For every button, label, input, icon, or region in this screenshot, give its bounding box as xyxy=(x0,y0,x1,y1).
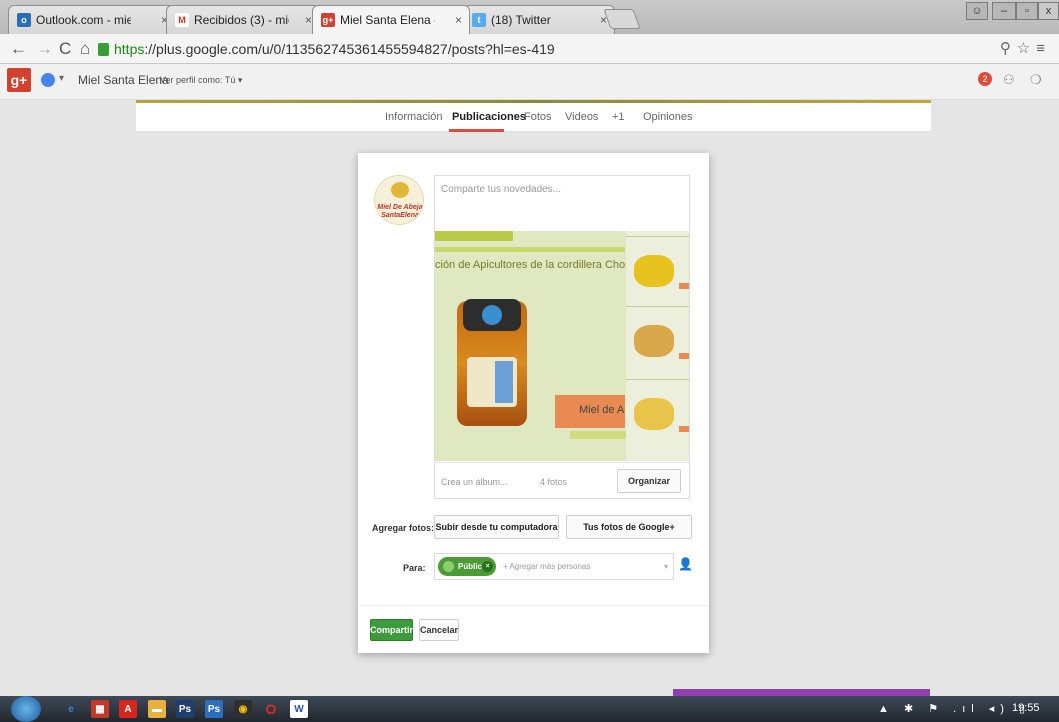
tab-gmail[interactable]: M Recibidos (3) - miel.santa × xyxy=(166,5,320,34)
tab-title: Recibidos (3) - miel.santa xyxy=(194,13,289,27)
close-icon[interactable]: × xyxy=(455,13,462,27)
tab-fotos[interactable]: Fotos xyxy=(524,111,552,123)
url-text: ://plus.google.com/u/0/11356274536145559… xyxy=(144,41,555,57)
url-scheme: https xyxy=(114,41,145,57)
url-field[interactable]: https://plus.google.com/u/0/113562745361… xyxy=(98,38,1028,60)
bee-icon xyxy=(391,182,409,198)
add-person-icon[interactable]: 👤 xyxy=(678,557,693,571)
post-text-input[interactable]: Comparte tus novedades... xyxy=(435,176,689,230)
chrome-icon[interactable]: ◉ xyxy=(234,700,252,718)
word-icon[interactable]: W xyxy=(290,700,308,718)
tab-google-plus[interactable]: g+ Miel Santa Elena - Google × xyxy=(312,5,470,34)
composer-box: Comparte tus novedades... ción de Apicul… xyxy=(434,175,690,499)
gmail-icon: M xyxy=(175,13,189,27)
audience-field[interactable]: Público × + Agregar más personas ▾ xyxy=(434,553,674,580)
image-orange-label: Miel de A xyxy=(555,395,625,428)
page-name[interactable]: Miel Santa Elena xyxy=(78,73,169,87)
tab-title: Miel Santa Elena - Google xyxy=(340,13,435,27)
lock-icon xyxy=(98,42,109,56)
browser-tabstrip: o Outlook.com - miel.santal × M Recibido… xyxy=(0,0,1059,34)
page-background: Información Publicaciones Fotos Videos +… xyxy=(0,100,1059,697)
outlook-icon: o xyxy=(17,13,31,27)
new-tab-button[interactable] xyxy=(603,9,641,29)
tab-title: Outlook.com - miel.santal xyxy=(36,13,131,27)
image-decoration xyxy=(435,247,625,252)
folder-icon[interactable]: ▬ xyxy=(148,700,166,718)
globe-icon xyxy=(443,561,454,572)
share-dialog: Miel De Abeja SantaElena Comparte tus no… xyxy=(358,153,709,653)
add-people-input[interactable]: + Agregar más personas xyxy=(503,562,590,571)
tab-plus-one[interactable]: +1 xyxy=(612,111,625,123)
tab-informacion[interactable]: Información xyxy=(385,111,442,123)
image-decoration xyxy=(435,231,513,241)
tab-outlook[interactable]: o Outlook.com - miel.santal × xyxy=(8,5,176,34)
active-tab-underline xyxy=(449,129,504,132)
organize-button[interactable]: Organizar xyxy=(617,469,681,493)
cancel-button[interactable]: Cancelar xyxy=(419,619,459,641)
tab-videos[interactable]: Videos xyxy=(565,111,598,123)
acrobat-icon[interactable]: A xyxy=(119,700,137,718)
calculator-icon[interactable]: ▦ xyxy=(91,700,109,718)
internet-explorer-icon[interactable]: e xyxy=(62,700,80,718)
avatar-logo-text: Miel De Abeja SantaElena xyxy=(377,204,423,219)
view-as-selector[interactable]: Ver perfil como: Tú ▾ xyxy=(160,75,242,86)
profile-nav: Información Publicaciones Fotos Videos +… xyxy=(136,100,931,132)
notifications-badge[interactable]: 2 xyxy=(978,72,992,86)
tab-title: (18) Twitter xyxy=(491,13,551,27)
maximize-icon[interactable]: ▫ xyxy=(1016,2,1038,20)
reload-icon[interactable]: C xyxy=(59,39,71,59)
to-label: Para: xyxy=(403,563,426,573)
tab-opiniones[interactable]: Opiniones xyxy=(643,111,693,123)
album-row: Crea un álbum... 4 fotos Organizar xyxy=(435,462,689,499)
home-icon[interactable]: ⌂ xyxy=(80,39,90,59)
zoom-star-menu-icons[interactable]: ⚲☆≡ xyxy=(1000,39,1051,57)
user-icon[interactable]: ☺ xyxy=(966,2,988,20)
google-plus-bar: g+ ▾ Miel Santa Elena Ver perfil como: T… xyxy=(0,64,1059,100)
back-arrow-icon[interactable]: ← xyxy=(10,39,27,59)
photoshop-file-icon[interactable]: Ps xyxy=(205,700,223,718)
hangouts-icon[interactable]: ❍ xyxy=(1030,72,1042,88)
windows-taskbar: e ▦ A ▬ Ps Ps ◉ O W ▲ ✱ ⚑ .ıl ◂) ▯ 19:55 xyxy=(0,696,1059,722)
dialog-footer: Compartir Cancelar xyxy=(358,605,709,653)
address-bar: ← → C ⌂ https://plus.google.com/u/0/1135… xyxy=(0,34,1059,64)
add-photos-label: Agregar fotos: xyxy=(372,523,435,533)
chevron-down-icon[interactable]: ▾ xyxy=(664,562,668,571)
chevron-down-icon[interactable]: ▾ xyxy=(59,73,64,84)
cover-photo-edge xyxy=(136,100,931,103)
photo-count: 4 fotos xyxy=(540,477,568,487)
account-switcher-icon[interactable] xyxy=(41,73,55,87)
close-icon[interactable]: × xyxy=(305,13,312,27)
tab-publicaciones[interactable]: Publicaciones xyxy=(452,111,526,123)
clock[interactable]: 19:55 xyxy=(1012,702,1040,714)
avatar: Miel De Abeja SantaElena xyxy=(374,175,424,225)
google-photos-button[interactable]: Tus fotos de Google+ xyxy=(566,515,692,539)
tab-twitter[interactable]: t (18) Twitter × xyxy=(463,5,615,34)
forward-arrow-icon[interactable]: → xyxy=(36,39,53,59)
start-button[interactable] xyxy=(11,696,41,722)
public-audience-chip[interactable]: Público × xyxy=(438,557,496,576)
close-window-icon[interactable]: x xyxy=(1038,2,1059,20)
google-plus-logo[interactable]: g+ xyxy=(7,68,31,92)
album-name-input[interactable]: Crea un álbum... xyxy=(441,477,508,487)
share-icon[interactable]: ⚇ xyxy=(1003,72,1015,88)
photoshop-icon[interactable]: Ps xyxy=(176,700,194,718)
opera-icon[interactable]: O xyxy=(262,700,280,718)
minimize-icon[interactable]: – xyxy=(992,2,1016,20)
system-tray[interactable]: ▲ ✱ ⚑ .ıl ◂) ▯ xyxy=(878,702,1031,715)
upload-from-computer-button[interactable]: Subir desde tu computadora xyxy=(434,515,559,539)
google-plus-icon: g+ xyxy=(321,13,335,27)
image-thumbnails-column xyxy=(626,231,689,461)
attached-image-preview[interactable]: ción de Apicultores de la cordillera Cho… xyxy=(435,231,689,461)
twitter-icon: t xyxy=(472,13,486,27)
remove-chip-icon[interactable]: × xyxy=(482,561,493,572)
honey-jar-image xyxy=(457,299,527,426)
share-button[interactable]: Compartir xyxy=(370,619,413,641)
